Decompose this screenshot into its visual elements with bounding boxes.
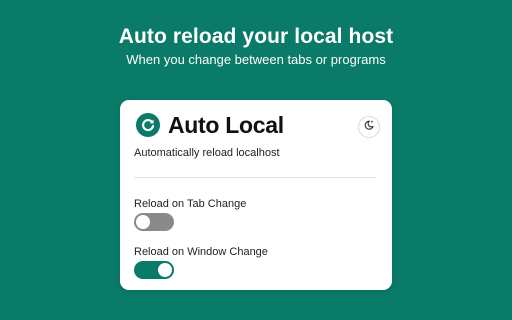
reload-icon xyxy=(136,113,160,137)
brand-name: Auto Local xyxy=(168,112,284,138)
theme-toggle-button[interactable] xyxy=(358,116,380,138)
extension-description: Automatically reload localhost xyxy=(134,147,280,159)
toggle-knob xyxy=(158,263,172,277)
hero-title: Auto reload your local host xyxy=(118,25,394,48)
hero-subtitle: When you change between tabs or programs xyxy=(126,52,386,67)
divider xyxy=(134,177,376,178)
extension-popup-card: Auto Local Automatically reload localhos… xyxy=(120,100,392,290)
window-change-toggle[interactable] xyxy=(134,261,174,279)
page: Auto reload your local host When you cha… xyxy=(0,0,512,320)
toggle-knob xyxy=(136,215,150,229)
tab-change-toggle[interactable] xyxy=(134,213,174,231)
brand: Auto Local xyxy=(136,112,284,138)
tab-change-label: Reload on Tab Change xyxy=(134,198,247,210)
moon-stars-icon xyxy=(363,118,375,136)
window-change-label: Reload on Window Change xyxy=(134,246,268,258)
